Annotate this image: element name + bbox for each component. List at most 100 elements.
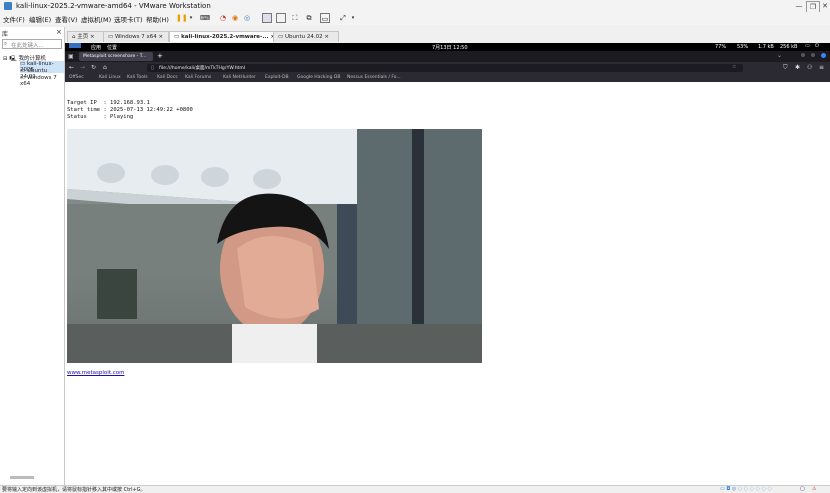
tab-windows7[interactable]: ▭ Windows 7 x64 × (103, 31, 169, 42)
menu-icon[interactable]: ≡ (819, 64, 824, 71)
new-tab-button[interactable]: + (157, 52, 163, 60)
back-icon[interactable]: ← (69, 64, 74, 71)
tab-kali[interactable]: ▭ kali-linux-2025.2-vmware-... × (169, 31, 279, 42)
pause-icon[interactable]: ❚❚ (176, 13, 188, 23)
tab-label: kali-linux-2025.2-vmware-... (181, 34, 269, 40)
browser-tab-active[interactable]: Metasploit screenshare - T... (79, 52, 153, 61)
bookmark-star-icon[interactable]: ☆ (732, 64, 736, 70)
battery-indicator[interactable]: 77% (715, 44, 726, 50)
snapshot-icon[interactable]: ◔ (218, 13, 228, 23)
bookmark-kali-docs[interactable]: Kali Docs (157, 75, 178, 80)
home-icon[interactable]: ⌂ (103, 64, 107, 71)
bookmark-kali-nethunter[interactable]: Kali NetHunter (223, 75, 256, 80)
page-icon: ▯ (151, 65, 154, 71)
tree-item-label: Windows 7 x64 (20, 75, 57, 87)
computer-icon: 🖳 (9, 56, 17, 62)
title-bar: kali-linux-2025.2-vmware-amd64 - VMware … (0, 0, 830, 13)
dropdown-arrow-icon[interactable]: ▾ (186, 13, 196, 23)
tab-close-icon[interactable]: × (159, 34, 164, 40)
search-icon: ⌕ (4, 41, 8, 47)
snapshot-manager-icon[interactable]: ◎ (242, 13, 252, 23)
tab-ubuntu[interactable]: ▭ Ubuntu 24.02 × (273, 31, 339, 42)
tab-list-icon[interactable]: ▣ (68, 53, 74, 60)
maximize-dot[interactable] (811, 53, 815, 57)
extensions-icon[interactable]: ✱ (795, 64, 800, 71)
cpu-indicator[interactable]: 53% (737, 44, 748, 50)
menu-view[interactable]: 查看(V) (55, 14, 78, 24)
guest-top-panel: 应用 位置 7月13日 12:50 77% 53% 1.7 kB 256 kB … (65, 43, 830, 51)
minimize-button[interactable]: — (793, 1, 805, 11)
menu-edit[interactable]: 编辑(E) (29, 14, 51, 24)
page-content: Target IP : 192.168.93.1 Start time : 20… (65, 82, 830, 485)
library-search-input[interactable]: ⌕ 在此处键入... (2, 39, 62, 49)
vmware-app-icon (4, 2, 12, 10)
unity-icon[interactable]: ⧉ (304, 13, 314, 23)
url-text: file:///home/kali/桌面/mTkTHgrYW.html (159, 66, 245, 71)
thumbnail-view-icon[interactable] (276, 13, 286, 23)
fullscreen-toggle-icon[interactable]: ▢ (800, 486, 805, 492)
notification-icon[interactable]: ⚠ (812, 486, 816, 492)
webcam-stream-image (67, 129, 482, 363)
applications-menu[interactable]: 应用 (91, 44, 101, 51)
browser-tab-bar: ▣ Metasploit screenshare - T... + ⌄ (65, 51, 830, 62)
bookmarks-toolbar: OffSec Kali Linux Kali Tools Kali Docs K… (65, 74, 830, 82)
device-icons[interactable]: ▭ ◘ ◎ ◌ ◌ ◌ ◌ ◌ ◌ (720, 486, 772, 492)
bookmark-kali-forums[interactable]: Kali Forums (185, 75, 211, 80)
pocket-icon[interactable]: ⛉ (783, 64, 788, 72)
guest-display[interactable]: 应用 位置 7月13日 12:50 77% 53% 1.7 kB 256 kB … (65, 43, 830, 485)
menu-vm[interactable]: 虚拟机(M) (81, 14, 111, 24)
tab-label: Windows 7 x64 (114, 34, 157, 40)
clock[interactable]: 7月13日 12:50 (432, 44, 468, 51)
minimize-dot[interactable] (801, 53, 805, 57)
library-scrollbar[interactable] (10, 476, 34, 479)
library-panel: 库 × ⌕ 在此处键入... ⊟ 🖳 我的计算机 ▭ kali-linux-20… (0, 27, 65, 485)
menu-tabs[interactable]: 选项卡(T) (114, 14, 143, 24)
close-button[interactable]: ✕ (819, 1, 830, 11)
bookmark-offsec[interactable]: OffSec (69, 75, 84, 80)
browser-tab-title: Metasploit screenshare - T... (83, 54, 147, 59)
tab-home[interactable]: ⌂ 主页 × (67, 31, 104, 42)
vm-icon: ▭ (278, 34, 284, 40)
stretch-icon[interactable]: ⤢ (338, 13, 348, 23)
bookmark-kali-linux[interactable]: Kali Linux (99, 75, 121, 80)
bookmark-nessus[interactable]: Nessus Essentials / Fo... (347, 75, 401, 80)
library-view-icon[interactable] (262, 13, 272, 23)
account-icon[interactable]: ⚇ (807, 64, 812, 71)
window-title: kali-linux-2025.2-vmware-amd64 - VMware … (16, 2, 211, 10)
display-icon[interactable]: ▭ (805, 43, 810, 49)
fullscreen-icon[interactable]: ⛶ (290, 13, 300, 23)
power-icon[interactable]: ⏻ (815, 43, 819, 49)
net-up-indicator: 1.7 kB (758, 44, 774, 50)
bookmark-kali-tools[interactable]: Kali Tools (127, 75, 148, 80)
vm-icon: ▭ (108, 34, 114, 40)
webcam-frame-drawing (67, 129, 482, 363)
kali-menu-icon[interactable] (69, 43, 81, 48)
bookmark-exploit-db[interactable]: Exploit-DB (265, 75, 289, 80)
revert-snapshot-icon[interactable]: ◉ (230, 13, 240, 23)
metasploit-link[interactable]: www.metasploit.com (67, 370, 124, 376)
tab-close-icon[interactable]: × (90, 34, 95, 40)
console-view-icon[interactable]: ▭ (320, 13, 330, 23)
send-keys-icon[interactable]: ⌨ (200, 13, 210, 23)
tree-item-windows7[interactable]: ▭ Windows 7 x64 (20, 75, 64, 87)
bookmark-ghdb[interactable]: Google Hacking DB (297, 75, 340, 80)
tab-close-icon[interactable]: × (324, 34, 329, 40)
vm-tab-bar: ⌂ 主页 × ▭ Windows 7 x64 × ▭ kali-linux-20… (65, 30, 830, 42)
menu-bar: 文件(F) 编辑(E) 查看(V) 虚拟机(M) 选项卡(T) 帮助(H) ❚❚… (0, 12, 830, 25)
browser-nav-bar: ← → ↻ ⌂ ▯ file:///home/kali/桌面/mTkTHgrYW… (65, 62, 830, 74)
target-ip-line: Target IP : 192.168.93.1 (67, 100, 150, 106)
close-dot[interactable] (821, 53, 826, 58)
menu-help[interactable]: 帮助(H) (146, 14, 169, 24)
menu-file[interactable]: 文件(F) (3, 14, 25, 24)
status-line: Status : Playing (67, 114, 134, 120)
tab-label: 主页 (77, 34, 89, 40)
url-bar[interactable]: ▯ file:///home/kali/桌面/mTkTHgrYW.html ☆ (147, 64, 743, 72)
forward-icon[interactable]: → (80, 64, 85, 71)
stretch-dropdown-icon[interactable]: ▾ (348, 13, 358, 23)
net-down-indicator: 256 kB (780, 44, 798, 50)
library-close-icon[interactable]: × (56, 28, 62, 36)
list-all-tabs-icon[interactable]: ⌄ (777, 52, 782, 59)
search-placeholder: 在此处键入... (11, 43, 44, 49)
reload-icon[interactable]: ↻ (91, 64, 96, 71)
places-menu[interactable]: 位置 (107, 44, 117, 51)
